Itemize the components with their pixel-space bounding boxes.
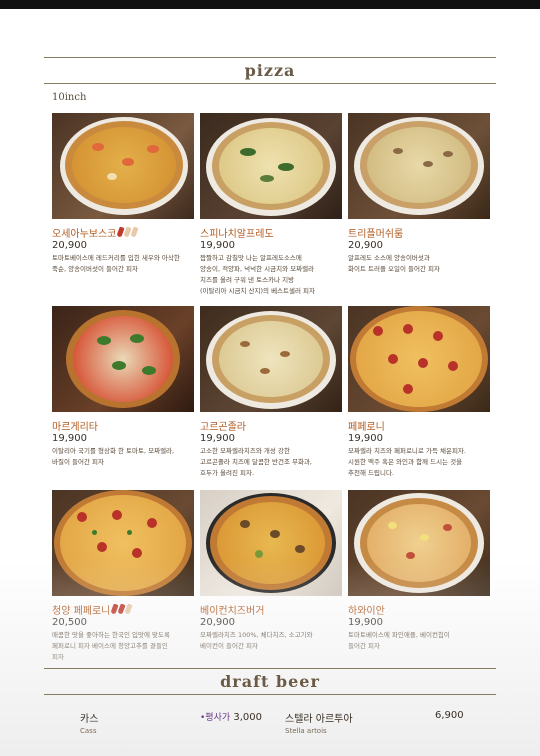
pizza-photo [200, 490, 342, 596]
item-price: 20,900 [200, 617, 235, 628]
item-price: 19,900 [52, 433, 87, 444]
item-name: 오세아누보스코 [52, 228, 117, 240]
pizza-photo [200, 113, 342, 219]
beer-title-rule-bottom [44, 694, 496, 695]
beer-sub-name: Cass [80, 727, 97, 735]
item-price: 19,900 [348, 433, 383, 444]
pizza-photo [348, 490, 490, 596]
item-name: 트리플머쉬룸 [348, 228, 404, 240]
beer-item[interactable]: 카스 Cass [80, 710, 98, 735]
menu-item[interactable]: 하와이안 19,900 토마토베이스에 파인애플, 베이컨칩이 들어간 피자 [348, 490, 490, 652]
item-name: 스피나치알프레도 [200, 228, 274, 240]
item-name: 하와이안 [348, 605, 385, 617]
item-description: 토마토베이스에 레드커리를 입힌 새우와 아삭한 죽순, 양송이버섯이 들어간 … [52, 254, 180, 273]
item-name: 고르곤졸라 [200, 421, 246, 433]
item-description: 알프레도 소스에 양송이버섯과 화이트 트러플 오일이 들어간 피자 [348, 254, 440, 273]
beer-item[interactable]: 스텔라 아르투아 Stella artois [285, 710, 353, 735]
menu-item[interactable]: 트리플머쉬룸 20,900 알프레도 소스에 양송이버섯과 화이트 트러플 오일… [348, 113, 490, 275]
beer-title-rule-top [44, 668, 496, 669]
pizza-title-rule-bottom [44, 83, 496, 84]
beer-price-wrap: •평사가 3,000 [200, 710, 262, 723]
item-price: 20,900 [52, 240, 87, 251]
beer-price: 3,000 [233, 712, 262, 723]
item-price: 20,500 [52, 617, 87, 628]
item-name: 페페로니 [348, 421, 385, 433]
menu-item[interactable]: 베이컨치즈버거 20,900 모짜렐라치즈 100%, 체다치즈, 소고기와 베… [200, 490, 342, 652]
pizza-photo [348, 113, 490, 219]
pizza-photo [200, 306, 342, 412]
item-price: 19,900 [348, 617, 383, 628]
item-price: 19,900 [200, 433, 235, 444]
item-description: 매콤한 맛을 좋아하는 한국인 입맛에 맞도록 페퍼로니 피자 베이스에 청양고… [52, 631, 170, 661]
chili-icon [130, 226, 139, 238]
item-price: 19,900 [200, 240, 235, 251]
pizza-size-label: 10inch [52, 92, 87, 103]
beer-name: 카스 [80, 714, 99, 725]
pizza-title-rule-top [44, 57, 496, 58]
top-bar [0, 0, 540, 9]
menu-item[interactable]: 고르곤졸라 19,900 고소한 모짜렐라치즈와 개성 강한 고르곤졸라 치즈에… [200, 306, 342, 479]
pizza-section-title: pizza [244, 61, 296, 80]
item-description: 모짜렐라치즈 100%, 체다치즈, 소고기와 베이컨이 들어간 피자 [200, 631, 313, 650]
item-description: 고소한 모짜렐라치즈와 개성 강한 고르곤졸라 치즈에 달콤한 반건조 무화과,… [200, 447, 312, 477]
item-description: 이탈리아 국기를 형상화 한 토마토, 모짜렐라, 바질이 들어간 피자 [52, 447, 175, 466]
item-description: 모짜렐라 치즈와 페퍼로니로 가득 채운피자. 시원한 맥주 혹은 와인과 함께… [348, 447, 466, 477]
item-price: 20,900 [348, 240, 383, 251]
beer-name: 스텔라 아르투아 [285, 714, 353, 725]
beer-section-title: draft beer [220, 672, 320, 691]
beer-price: 6,900 [435, 710, 464, 721]
pizza-photo [52, 490, 194, 596]
beer-note: •평사가 [200, 713, 231, 723]
item-name: 청양 페페로니 [52, 605, 111, 617]
menu-item[interactable]: 오세아누보스코 20,900 토마토베이스에 레드커리를 입힌 새우와 아삭한 … [52, 113, 194, 275]
item-description: 짭짤하고 감칠맛 나는 알프레도소스에 양송이, 적양파, 넉넉한 시금치와 모… [200, 254, 315, 295]
menu-item[interactable]: 페페로니 19,900 모짜렐라 치즈와 페퍼로니로 가득 채운피자. 시원한 … [348, 306, 490, 479]
menu-item[interactable]: 청양 페페로니 20,500 매콤한 맛을 좋아하는 한국인 입맛에 맞도록 페… [52, 490, 194, 663]
item-description: 토마토베이스에 파인애플, 베이컨칩이 들어간 피자 [348, 631, 450, 650]
pizza-photo [52, 113, 194, 219]
pizza-photo [348, 306, 490, 412]
menu-item[interactable]: 스피나치알프레도 19,900 짭짤하고 감칠맛 나는 알프레도소스에 양송이,… [200, 113, 342, 297]
chili-icon [124, 603, 133, 615]
beer-sub-name: Stella artois [285, 727, 327, 735]
item-name: 마르게리타 [52, 421, 98, 433]
item-name: 베이컨치즈버거 [200, 605, 265, 617]
menu-item[interactable]: 마르게리타 19,900 이탈리아 국기를 형상화 한 토마토, 모짜렐라, 바… [52, 306, 194, 468]
pizza-photo [52, 306, 194, 412]
